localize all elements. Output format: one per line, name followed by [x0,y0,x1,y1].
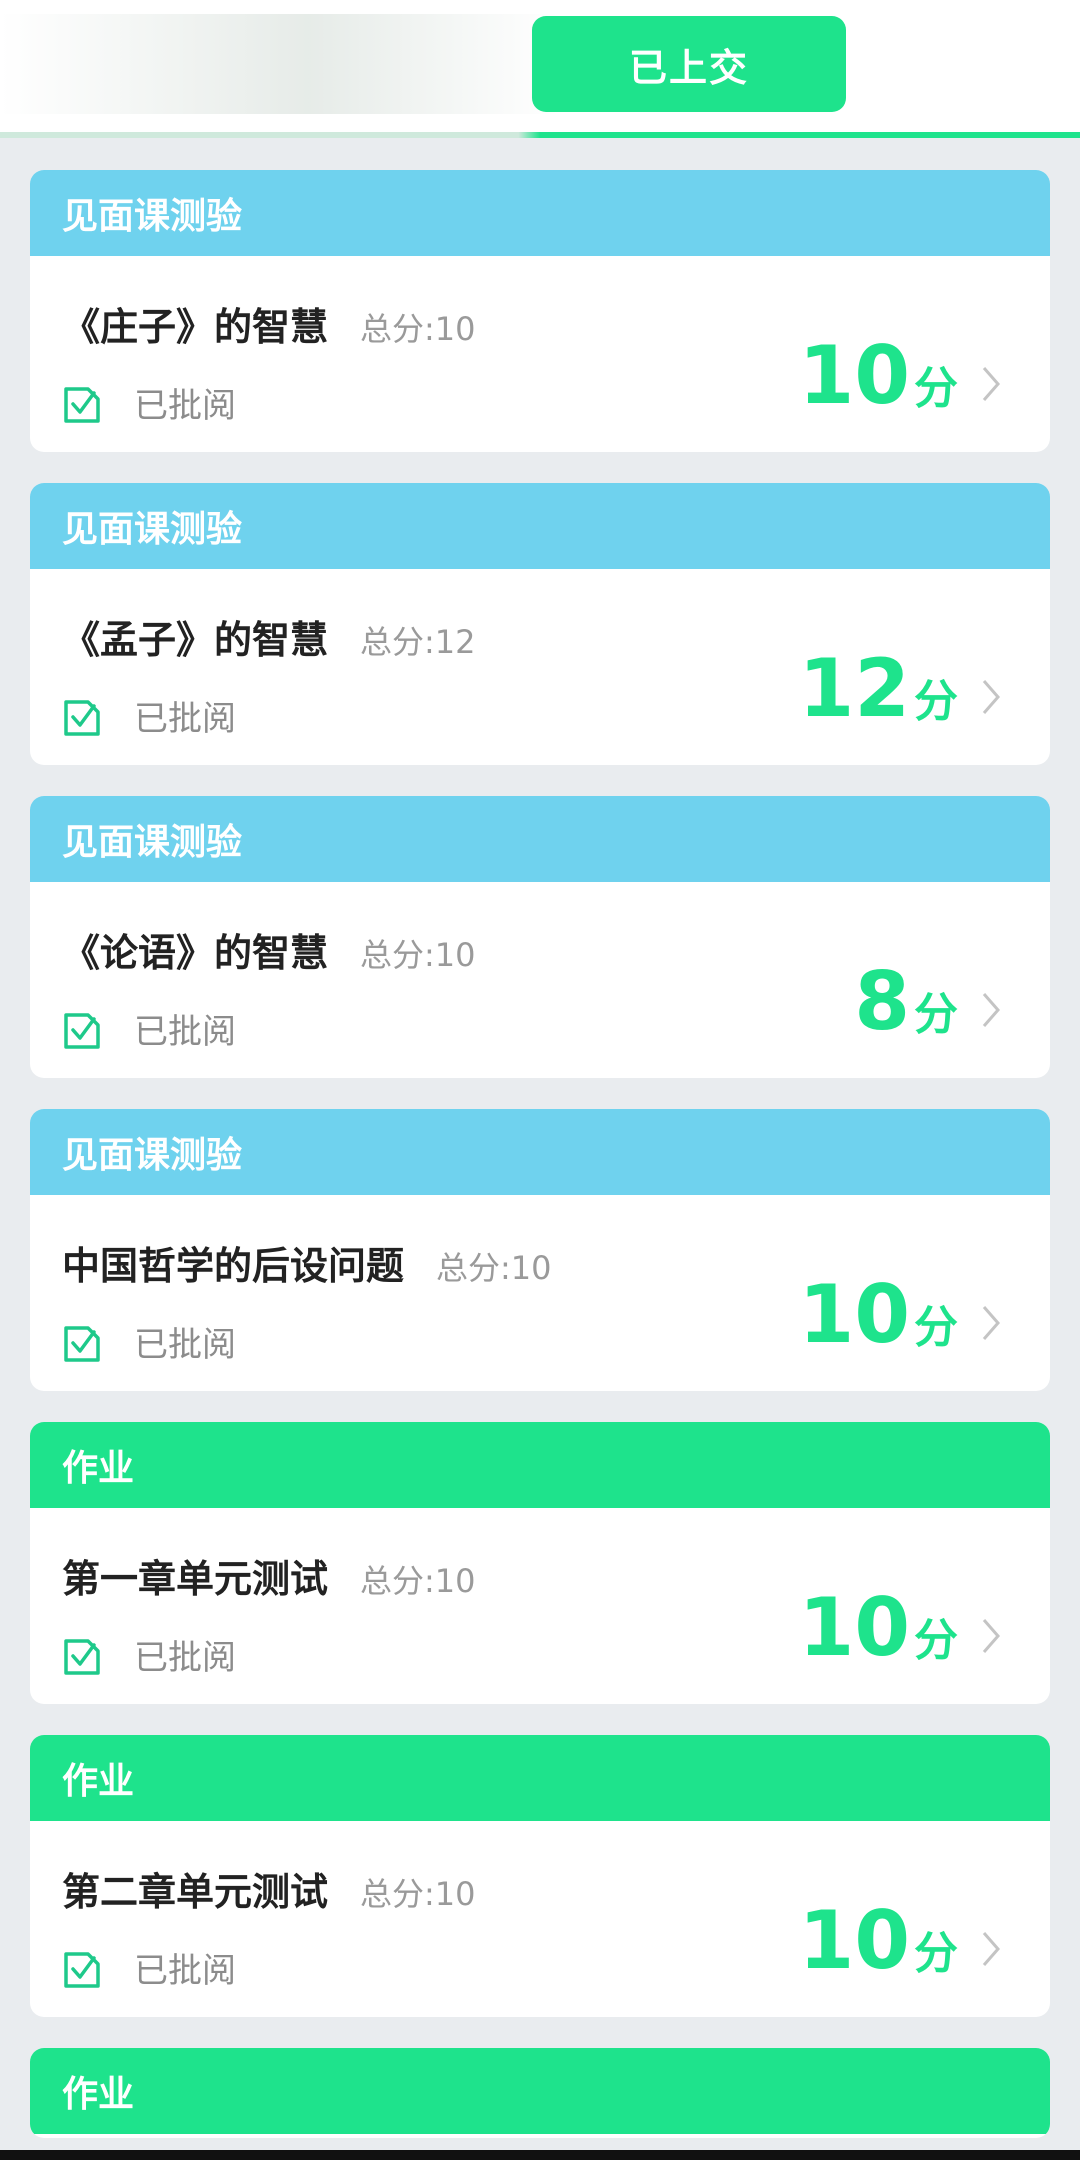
card-score: 10 分 [799,336,958,416]
card-category-header: 作业 [30,1422,1050,1508]
list-item[interactable]: 见面课测验 《论语》的智慧 总分:10 已批阅 8 分 [30,796,1050,1078]
card-body: 第一章单元测试 总分:10 已批阅 10 分 [30,1508,1050,1704]
card-category-header: 见面课测验 [30,170,1050,256]
card-category-header: 作业 [30,1735,1050,1821]
card-title-row: 《论语》的智慧 总分:10 [62,922,476,977]
card-category-header: 作业 [30,2048,1050,2134]
card-status-row: 已批阅 [60,1630,236,1679]
card-total-score: 总分:10 [436,1249,552,1287]
card-status: 已批阅 [134,1012,236,1052]
card-title-row: 第一章单元测试 总分:10 [62,1548,476,1603]
card-score: 12 分 [799,649,958,729]
card-status-row: 已批阅 [60,1943,236,1992]
list-item[interactable]: 见面课测验 《孟子》的智慧 总分:12 已批阅 12 分 [30,483,1050,765]
card-total-score: 总分:10 [360,1562,476,1600]
card-status-row: 已批阅 [60,378,236,427]
card-category-label: 见面课测验 [62,1135,243,1176]
card-title-row: 《孟子》的智慧 总分:12 [62,609,476,664]
card-category-label: 见面课测验 [62,822,243,863]
list-item[interactable]: 见面课测验 中国哲学的后设问题 总分:10 已批阅 10 分 [30,1109,1050,1391]
card-title: 《庄子》的智慧 [62,305,329,349]
list-item[interactable]: 作业 第二章单元测试 总分:10 已批阅 10 分 [30,1735,1050,2017]
top-tab-bar: 已上交 [0,0,1080,134]
chevron-right-icon[interactable] [976,1301,1006,1345]
card-category-header: 见面课测验 [30,1109,1050,1195]
card-score-unit: 分 [914,1302,958,1353]
bottom-edge [0,2150,1080,2160]
list-item[interactable]: 作业 [30,2048,1050,2138]
card-title-row: 《庄子》的智慧 总分:10 [62,296,476,351]
card-category-header: 见面课测验 [30,796,1050,882]
tab-underline [0,132,1080,138]
card-score-value: 12 [798,642,910,735]
reviewed-check-icon [64,1325,100,1362]
tab-inactive-area[interactable] [0,14,560,114]
card-title-row: 中国哲学的后设问题 总分:10 [62,1235,552,1290]
card-status: 已批阅 [134,1638,236,1678]
card-title-row: 第二章单元测试 总分:10 [62,1861,476,1916]
card-status-row: 已批阅 [60,1004,236,1053]
card-score-value: 8 [854,955,910,1048]
card-title: 中国哲学的后设问题 [62,1244,405,1288]
card-category-label: 见面课测验 [62,196,243,237]
card-body: 第二章单元测试 总分:10 已批阅 10 分 [30,1821,1050,2017]
card-score: 10 分 [799,1901,958,1981]
tab-submitted[interactable]: 已上交 [532,16,846,112]
card-score-value: 10 [798,329,910,422]
card-status-row: 已批阅 [60,691,236,740]
card-score-value: 10 [798,1894,910,1987]
card-score-unit: 分 [914,676,958,727]
card-title: 第二章单元测试 [62,1870,329,1914]
list-item[interactable]: 见面课测验 《庄子》的智慧 总分:10 已批阅 10 分 [30,170,1050,452]
card-status: 已批阅 [134,386,236,426]
card-score-value: 10 [798,1581,910,1674]
card-body: 中国哲学的后设问题 总分:10 已批阅 10 分 [30,1195,1050,1391]
card-score-unit: 分 [914,1928,958,1979]
card-score-unit: 分 [914,989,958,1040]
chevron-right-icon[interactable] [976,988,1006,1032]
card-score-unit: 分 [914,1615,958,1666]
card-status: 已批阅 [134,1951,236,1991]
card-status: 已批阅 [134,1325,236,1365]
reviewed-check-icon [64,1012,100,1049]
card-score: 10 分 [799,1588,958,1668]
card-status: 已批阅 [134,699,236,739]
chevron-right-icon[interactable] [976,675,1006,719]
card-score: 8 分 [854,962,958,1042]
chevron-right-icon[interactable] [976,1927,1006,1971]
card-status-row: 已批阅 [60,1317,236,1366]
card-title: 《孟子》的智慧 [62,618,329,662]
card-body: 《论语》的智慧 总分:10 已批阅 8 分 [30,882,1050,1078]
assignment-list: 见面课测验 《庄子》的智慧 总分:10 已批阅 10 分 见面课测验 《孟子》的… [30,170,1050,2138]
card-category-label: 作业 [62,1761,135,1802]
card-total-score: 总分:12 [360,623,476,661]
chevron-right-icon[interactable] [976,1614,1006,1658]
card-score-value: 10 [798,1268,910,1361]
card-title: 《论语》的智慧 [62,931,329,975]
reviewed-check-icon [64,1638,100,1675]
card-category-label: 见面课测验 [62,509,243,550]
card-total-score: 总分:10 [360,936,476,974]
card-score: 10 分 [799,1275,958,1355]
card-score-unit: 分 [914,363,958,414]
card-category-label: 作业 [62,2074,135,2115]
card-category-header: 见面课测验 [30,483,1050,569]
card-body: 《孟子》的智慧 总分:12 已批阅 12 分 [30,569,1050,765]
card-category-label: 作业 [62,1448,135,1489]
reviewed-check-icon [64,386,100,423]
card-title: 第一章单元测试 [62,1557,329,1601]
reviewed-check-icon [64,699,100,736]
card-total-score: 总分:10 [360,310,476,348]
reviewed-check-icon [64,1951,100,1988]
card-body: 《庄子》的智慧 总分:10 已批阅 10 分 [30,256,1050,452]
list-item[interactable]: 作业 第一章单元测试 总分:10 已批阅 10 分 [30,1422,1050,1704]
chevron-right-icon[interactable] [976,362,1006,406]
card-total-score: 总分:10 [360,1875,476,1913]
